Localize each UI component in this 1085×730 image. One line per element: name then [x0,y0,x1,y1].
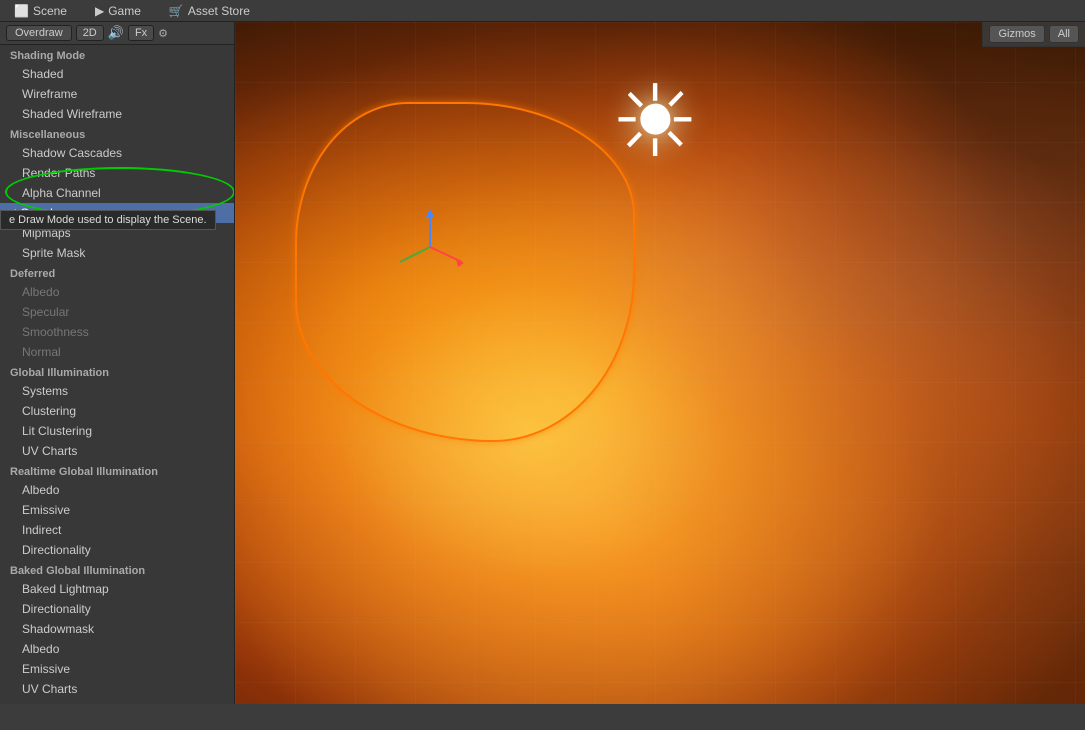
shadowmask-item[interactable]: Shadowmask [0,619,234,639]
specular-item[interactable]: Specular [0,302,234,322]
albedo-bgi-item[interactable]: Albedo [0,639,234,659]
albedo-deferred-item[interactable]: Albedo [0,282,234,302]
2d-btn[interactable]: 2D [76,25,104,41]
clustering-item[interactable]: Clustering [0,401,234,421]
global-illumination-header: Global Illumination [0,362,234,381]
emissive-rgi-item[interactable]: Emissive [0,500,234,520]
draw-mode-menu: Overdraw 2D 🔊 Fx ⚙ Shading Mode Shaded W… [0,22,235,704]
albedo-rgi-item[interactable]: Albedo [0,480,234,500]
emissive-bgi-item[interactable]: Emissive [0,659,234,679]
deferred-header: Deferred [0,263,234,282]
uv-charts-gi-item[interactable]: UV Charts [0,441,234,461]
normal-item[interactable]: Normal [0,342,234,362]
shaded-wireframe-item[interactable]: Shaded Wireframe [0,104,234,124]
scene-tab[interactable]: ⬜ Scene [6,2,75,20]
tooltip: e Draw Mode used to display the Scene. [0,210,216,230]
game-tab-icon: ▶ [95,4,104,18]
lit-clustering-item[interactable]: Lit Clustering [0,421,234,441]
indirect-item[interactable]: Indirect [0,520,234,540]
baked-gi-header: Baked Global Illumination [0,560,234,579]
fx-btn[interactable]: Fx [128,25,154,41]
scene-tab-icon: ⬜ [14,4,29,18]
shading-mode-header: Shading Mode [0,45,234,64]
scene-viewport[interactable]: ☀ Gizmos All [235,22,1085,704]
sprite-mask-item[interactable]: Sprite Mask [0,243,234,263]
baked-lightmap-item[interactable]: Baked Lightmap [0,579,234,599]
directionality-rgi-item[interactable]: Directionality [0,540,234,560]
main-layout: Overdraw 2D 🔊 Fx ⚙ Shading Mode Shaded W… [0,22,1085,704]
shadow-cascades-item[interactable]: Shadow Cascades [0,143,234,163]
realtime-gi-header: Realtime Global Illumination [0,461,234,480]
shaded-item[interactable]: Shaded [0,64,234,84]
transform-gizmo [390,207,470,287]
game-tab-label: Game [108,4,141,18]
tooltip-text: e Draw Mode used to display the Scene. [9,214,207,226]
sun-icon: ☀ [595,62,715,182]
overdraw-mode-label[interactable]: Overdraw [6,25,72,41]
asset-store-tab-label: Asset Store [188,4,250,18]
render-paths-item[interactable]: Render Paths [0,163,234,183]
gizmos-btn[interactable]: Gizmos [989,25,1044,43]
wireframe-item[interactable]: Wireframe [0,84,234,104]
asset-store-tab-icon: 🛒 [169,4,184,18]
sun-shape: ☀ [610,72,700,172]
directionality-bgi-item[interactable]: Directionality [0,599,234,619]
scene-tab-label: Scene [33,4,67,18]
uv-charts-bgi-item[interactable]: UV Charts [0,679,234,699]
audio-icon: 🔊 [108,25,124,41]
systems-item[interactable]: Systems [0,381,234,401]
miscellaneous-header: Miscellaneous [0,124,234,143]
viewport-controls: Gizmos All [982,22,1085,47]
top-bar: ⬜ Scene ▶ Game 🛒 Asset Store [0,0,1085,22]
alpha-channel-item[interactable]: Alpha Channel [0,183,234,203]
asset-store-tab[interactable]: 🛒 Asset Store [161,2,258,20]
game-tab[interactable]: ▶ Game [87,2,149,20]
smoothness-item[interactable]: Smoothness [0,322,234,342]
all-layers-btn[interactable]: All [1049,25,1079,43]
layers-icon: ⚙ [158,27,168,40]
texel-validity-item[interactable]: Texel Validity [0,699,234,704]
